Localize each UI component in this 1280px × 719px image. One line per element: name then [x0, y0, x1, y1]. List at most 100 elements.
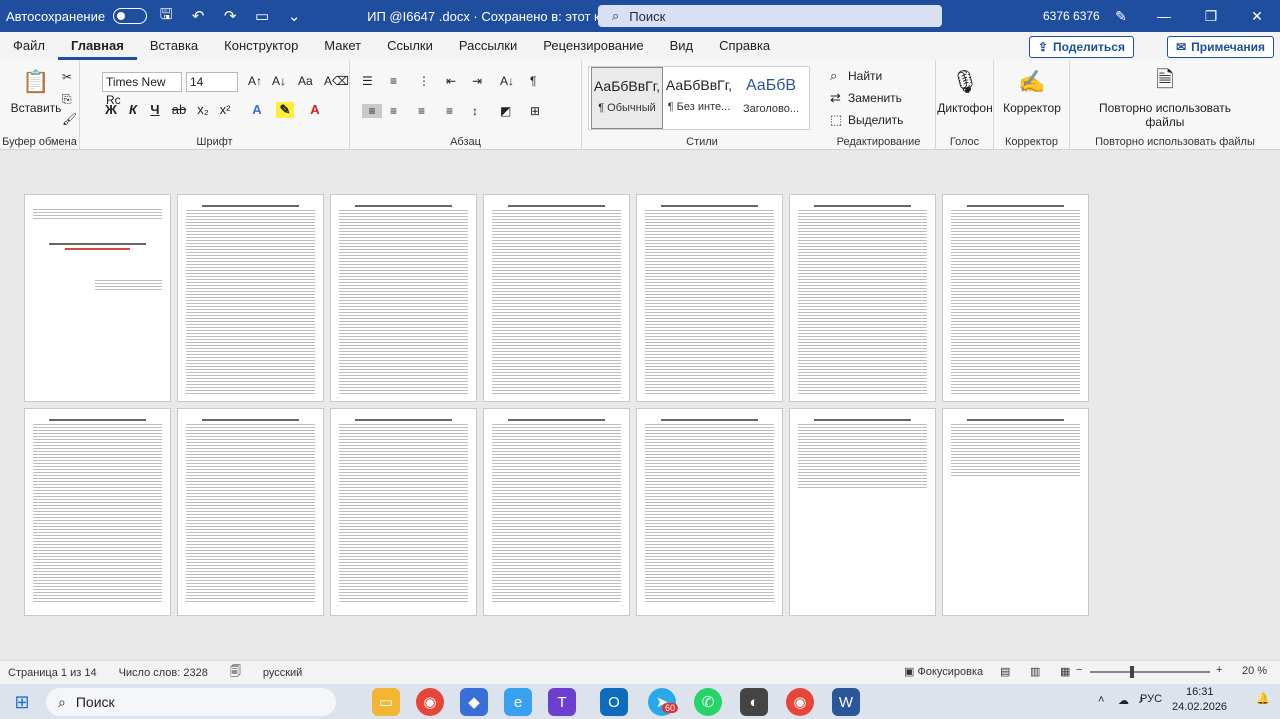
page-thumbnail[interactable]	[177, 408, 324, 616]
increase-indent-icon[interactable]: ⇥	[472, 74, 482, 88]
chrome-icon[interactable]: ◉	[416, 688, 444, 716]
page-count[interactable]: Страница 1 из 14	[8, 667, 97, 679]
show-marks-icon[interactable]: ¶	[530, 74, 536, 88]
change-case-icon[interactable]: Aa	[298, 74, 313, 88]
save-icon[interactable]: 🖫	[153, 3, 179, 29]
line-spacing-icon[interactable]: ↕	[472, 104, 478, 118]
font-color-icon[interactable]: A	[306, 102, 324, 117]
align-justify-icon[interactable]: ≡	[362, 104, 382, 118]
editor-button[interactable]: ✍ Корректор	[994, 66, 1070, 115]
document-area[interactable]	[0, 150, 1280, 660]
chrome-profile-icon[interactable]: ◉	[786, 688, 814, 716]
close-button[interactable]: ✕	[1234, 0, 1280, 32]
outlook-icon[interactable]: O	[600, 688, 628, 716]
whatsapp-icon[interactable]: ✆	[694, 688, 722, 716]
page-thumbnail[interactable]	[24, 194, 171, 402]
tray-arrow-icon[interactable]: ˄	[1098, 694, 1104, 706]
page-thumbnail[interactable]	[483, 194, 630, 402]
zoom-out-icon[interactable]: −	[1076, 664, 1082, 676]
tab-help[interactable]: Справка	[706, 32, 783, 60]
clear-format-icon[interactable]: A⌫	[324, 74, 349, 88]
strikethrough-icon[interactable]: ab	[170, 102, 188, 117]
multilevel-list-icon[interactable]: ⋮	[418, 74, 430, 88]
redo-icon[interactable]: ↷	[217, 3, 243, 29]
select-button[interactable]: ⬚ Выделить	[830, 112, 903, 128]
input-language[interactable]: РУС	[1140, 693, 1162, 705]
wifi-icon[interactable]: ☁	[1118, 694, 1129, 707]
page-thumbnail[interactable]	[636, 408, 783, 616]
clock-date[interactable]: 24.02.2026	[1172, 701, 1227, 713]
copy-icon[interactable]: ⎘	[62, 92, 72, 107]
style-no-spacing[interactable]: АаБбВвГг, ¶ Без инте...	[663, 67, 735, 129]
quick-access-icon[interactable]: ▭	[249, 3, 275, 29]
replace-button[interactable]: ⇄ Заменить	[830, 90, 902, 106]
zoom-slider-thumb[interactable]	[1130, 666, 1134, 678]
format-painter-icon[interactable]: 🖌	[62, 112, 77, 126]
share-button[interactable]: ⇪ Поделиться	[1028, 36, 1134, 58]
page-thumbnail[interactable]	[483, 408, 630, 616]
shrink-font-icon[interactable]: A↓	[272, 74, 286, 88]
zoom-slider[interactable]	[1090, 671, 1210, 673]
dictate-button[interactable]: 🎙 Диктофон	[936, 66, 994, 115]
page-thumbnail[interactable]	[789, 408, 936, 616]
language[interactable]: русский	[263, 667, 302, 679]
decrease-indent-icon[interactable]: ⇤	[446, 74, 456, 88]
tab-home[interactable]: Главная	[57, 32, 137, 60]
style-normal[interactable]: АаБбВвГг, ¶ Обычный	[591, 67, 663, 129]
page-thumbnail[interactable]	[636, 194, 783, 402]
numbering-icon[interactable]: ≡	[390, 74, 397, 88]
windows-start-icon[interactable]: ⊞	[8, 688, 36, 716]
text-effects-icon[interactable]: A	[248, 102, 266, 117]
focus-button[interactable]: ▣ Фокусировка	[904, 665, 983, 678]
superscript-icon[interactable]: x²	[216, 102, 234, 117]
bullets-icon[interactable]: ☰	[362, 74, 373, 88]
search-box[interactable]: ⌕ Поиск	[598, 5, 942, 27]
file-explorer-icon[interactable]: ▭	[372, 688, 400, 716]
shading-icon[interactable]: ◩	[500, 104, 511, 118]
word-icon[interactable]: W	[832, 688, 860, 716]
style-heading[interactable]: АаБбВ Заголово...	[735, 67, 807, 129]
page-thumbnail[interactable]	[789, 194, 936, 402]
font-name-select[interactable]: Times New Rc	[102, 72, 182, 107]
bold-icon[interactable]: Ж	[102, 102, 120, 117]
paste-button[interactable]: 📋 Вставить	[8, 66, 64, 115]
page-thumbnail[interactable]	[24, 408, 171, 616]
cut-icon[interactable]: ✂	[62, 70, 72, 84]
borders-icon[interactable]: ⊞	[530, 104, 540, 118]
tab-layout[interactable]: Макет	[311, 32, 374, 60]
highlight-icon[interactable]: ✎	[276, 102, 294, 118]
minimize-button[interactable]: —	[1141, 0, 1187, 32]
restore-button[interactable]: ❐	[1188, 0, 1234, 32]
help-icon[interactable]: ✎	[1098, 0, 1144, 32]
customize-qat-icon[interactable]: ⌄	[281, 3, 307, 29]
zoom-in-icon[interactable]: +	[1216, 664, 1222, 676]
teams-icon[interactable]: T	[548, 688, 576, 716]
page-thumbnail[interactable]	[942, 194, 1089, 402]
comments-button[interactable]: ✉ Примечания	[1167, 36, 1274, 58]
font-size-select[interactable]: 14	[186, 72, 238, 92]
store-icon[interactable]: ◆	[460, 688, 488, 716]
app-icon[interactable]: ◐	[740, 688, 768, 716]
page-thumbnail[interactable]	[177, 194, 324, 402]
notifications-icon[interactable]: 🔔	[1256, 692, 1270, 705]
find-button[interactable]: ⌕ Найти	[830, 68, 882, 84]
tab-design[interactable]: Конструктор	[211, 32, 311, 60]
print-layout-icon[interactable]: ▥	[1030, 665, 1040, 678]
tab-file[interactable]: Файл	[0, 32, 58, 60]
tab-review[interactable]: Рецензирование	[530, 32, 656, 60]
reuse-files-button[interactable]: 🗎 Повторно использовать файлы	[1090, 66, 1240, 129]
sort-icon[interactable]: A↓	[500, 74, 514, 88]
align-right-icon[interactable]: ≡	[418, 104, 425, 118]
read-mode-icon[interactable]: ▤	[1000, 665, 1010, 678]
clock-time[interactable]: 16:31	[1186, 686, 1214, 698]
tab-references[interactable]: Ссылки	[374, 32, 446, 60]
edge-icon[interactable]: e	[504, 688, 532, 716]
taskbar-search[interactable]: ⌕ Поиск	[46, 688, 336, 716]
page-thumbnail[interactable]	[330, 408, 477, 616]
page-thumbnail[interactable]	[942, 408, 1089, 616]
proofing-icon[interactable]: 🗐	[230, 663, 241, 682]
user-name[interactable]: 6376 6376	[1043, 9, 1100, 23]
align-left-icon[interactable]: ≡	[446, 104, 453, 118]
grow-font-icon[interactable]: A↑	[248, 74, 262, 88]
tab-mailings[interactable]: Рассылки	[446, 32, 530, 60]
